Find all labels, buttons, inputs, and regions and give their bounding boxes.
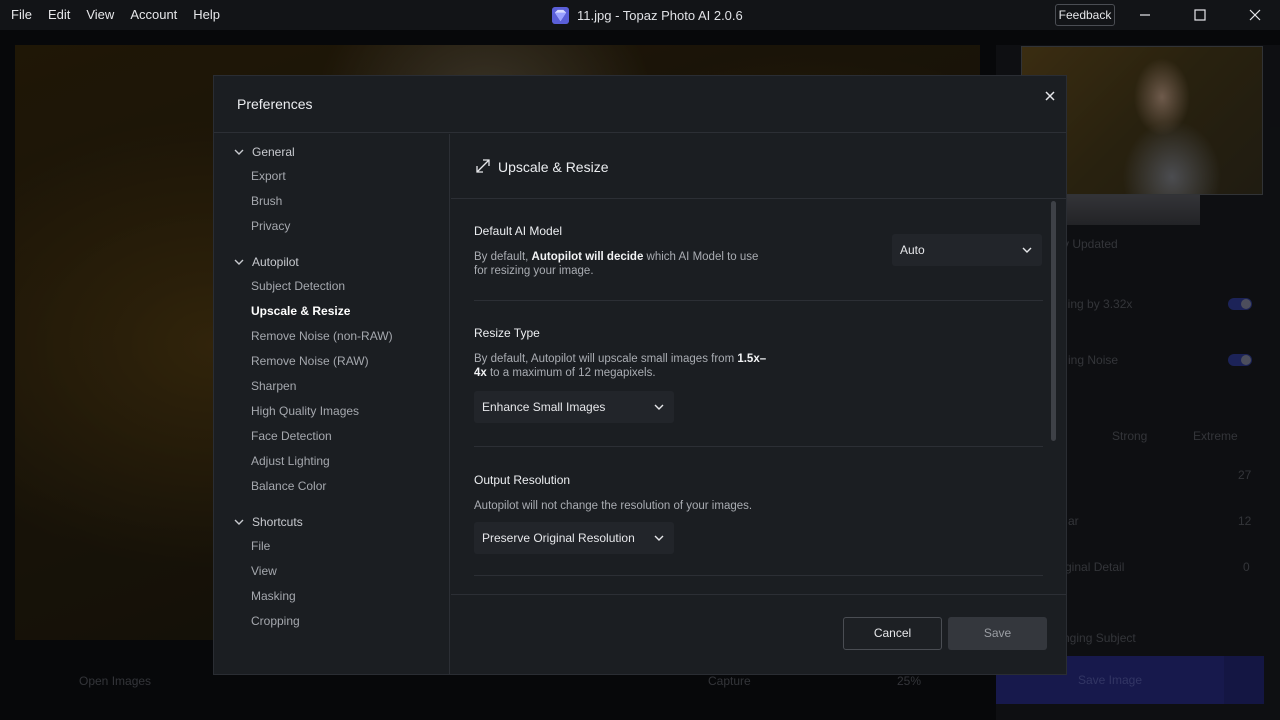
nav-item-masking[interactable]: Masking xyxy=(251,589,296,603)
chevron-down-icon xyxy=(234,519,244,525)
nav-group-autopilot[interactable]: Autopilot xyxy=(234,255,299,269)
desc-text: By default, Autopilot will upscale small… xyxy=(474,353,738,365)
chevron-down-icon xyxy=(234,259,244,265)
maximize-icon[interactable] xyxy=(1177,0,1223,30)
dialog-footer: Cancel Save xyxy=(451,594,1066,674)
nav-item-export[interactable]: Export xyxy=(251,169,286,183)
nav-item-remove-noise-raw[interactable]: Remove Noise (RAW) xyxy=(251,354,369,368)
chevron-down-icon xyxy=(654,535,664,541)
divider xyxy=(474,446,1043,447)
nav-group-label: General xyxy=(252,145,295,159)
nav-item-face-detection[interactable]: Face Detection xyxy=(251,429,332,443)
output-resolution-label: Output Resolution xyxy=(474,473,571,487)
default-model-label: Default AI Model xyxy=(474,224,563,238)
resize-type-select[interactable]: Enhance Small Images xyxy=(474,391,674,423)
chevron-down-icon xyxy=(1022,247,1032,253)
window-title: 11.jpg - Topaz Photo AI 2.0.6 xyxy=(552,0,743,30)
nav-item-view[interactable]: View xyxy=(251,564,277,578)
cancel-button[interactable]: Cancel xyxy=(843,617,942,650)
preferences-sidebar: General Export Brush Privacy Autopilot S… xyxy=(214,134,450,674)
close-icon[interactable] xyxy=(1040,86,1060,106)
nav-group-label: Autopilot xyxy=(252,255,299,269)
menu-account[interactable]: Account xyxy=(122,0,185,30)
content-scrollbar[interactable] xyxy=(1051,201,1056,441)
ai-model-value: Auto xyxy=(900,243,925,257)
window-title-text: 11.jpg - Topaz Photo AI 2.0.6 xyxy=(577,7,743,23)
menu-bar: File Edit View Account Help xyxy=(3,0,228,30)
nav-group-shortcuts[interactable]: Shortcuts xyxy=(234,515,303,529)
output-resolution-select[interactable]: Preserve Original Resolution xyxy=(474,522,674,554)
section-title: Upscale & Resize xyxy=(498,159,609,175)
save-button[interactable]: Save xyxy=(948,617,1047,650)
desc-text: By default, xyxy=(474,251,532,263)
nav-item-high-quality-images[interactable]: High Quality Images xyxy=(251,404,359,418)
preferences-content: Upscale & Resize Default AI Model By def… xyxy=(451,134,1066,674)
resize-type-value: Enhance Small Images xyxy=(482,400,606,414)
nav-item-brush[interactable]: Brush xyxy=(251,194,282,208)
resize-type-desc: By default, Autopilot will upscale small… xyxy=(474,352,784,380)
nav-item-subject-detection[interactable]: Subject Detection xyxy=(251,279,345,293)
ai-model-select[interactable]: Auto xyxy=(892,234,1042,266)
divider xyxy=(474,300,1043,301)
output-resolution-desc: Autopilot will not change the resolution… xyxy=(474,500,753,512)
preferences-dialog: Preferences General Export Brush Privacy… xyxy=(213,75,1067,675)
desc-text: for resizing your image. xyxy=(474,265,594,277)
menu-view[interactable]: View xyxy=(78,0,122,30)
chevron-down-icon xyxy=(654,404,664,410)
menu-file[interactable]: File xyxy=(3,0,40,30)
resize-arrows-icon xyxy=(476,159,490,173)
desc-text: which AI Model to use xyxy=(643,251,759,263)
menu-help[interactable]: Help xyxy=(185,0,228,30)
title-bar: File Edit View Account Help 11.jpg - Top… xyxy=(0,0,1280,30)
nav-item-upscale-resize[interactable]: Upscale & Resize xyxy=(251,304,350,318)
divider xyxy=(474,575,1043,576)
nav-item-sharpen[interactable]: Sharpen xyxy=(251,379,296,393)
topaz-logo-icon xyxy=(552,6,569,24)
output-resolution-value: Preserve Original Resolution xyxy=(482,531,635,545)
menu-edit[interactable]: Edit xyxy=(40,0,78,30)
nav-item-file[interactable]: File xyxy=(251,539,270,553)
chevron-down-icon xyxy=(234,149,244,155)
desc-text: to a maximum of 12 megapixels. xyxy=(486,367,656,379)
nav-group-general[interactable]: General xyxy=(234,145,295,159)
nav-item-balance-color[interactable]: Balance Color xyxy=(251,479,326,493)
feedback-button[interactable]: Feedback xyxy=(1055,4,1115,26)
close-window-icon[interactable] xyxy=(1232,0,1278,30)
default-model-desc: By default, Autopilot will decide which … xyxy=(474,250,758,278)
nav-item-remove-noise-nonraw[interactable]: Remove Noise (non-RAW) xyxy=(251,329,393,343)
desc-bold-text: Autopilot will decide xyxy=(531,251,644,263)
nav-item-cropping[interactable]: Cropping xyxy=(251,614,300,628)
nav-item-adjust-lighting[interactable]: Adjust Lighting xyxy=(251,454,330,468)
nav-group-label: Shortcuts xyxy=(252,515,303,529)
section-header: Upscale & Resize xyxy=(451,134,1066,199)
minimize-icon[interactable] xyxy=(1122,0,1168,30)
nav-item-privacy[interactable]: Privacy xyxy=(251,219,290,233)
dialog-header: Preferences xyxy=(214,76,1066,133)
desc-bold-text: 1.5x– xyxy=(737,353,767,365)
resize-type-label: Resize Type xyxy=(474,326,540,340)
desc-bold-text: 4x xyxy=(474,367,487,379)
dialog-title: Preferences xyxy=(237,96,313,112)
